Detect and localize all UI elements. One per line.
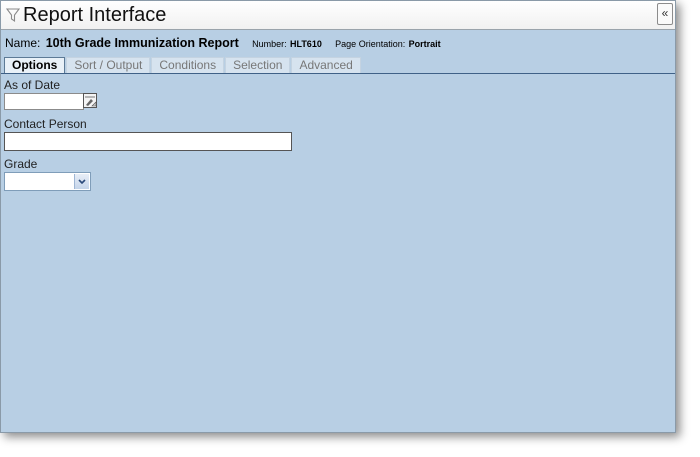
name-label: Name: <box>5 36 41 50</box>
title-bar: Report Interface « <box>1 1 675 30</box>
page-orientation: Portrait <box>408 39 441 49</box>
tab-sort-output[interactable]: Sort / Output <box>66 57 151 73</box>
collapse-button[interactable]: « <box>657 3 673 25</box>
tab-advanced[interactable]: Advanced <box>291 57 361 73</box>
as-of-date-input[interactable] <box>4 93 84 110</box>
report-info: Name: 10th Grade Immunization Report Num… <box>5 36 441 50</box>
tab-divider <box>1 73 675 74</box>
orientation-label: Page Orientation: <box>335 39 406 49</box>
contact-person-label: Contact Person <box>4 117 87 131</box>
tab-strip: Options Sort / Output Conditions Selecti… <box>4 57 362 74</box>
filter-icon <box>5 7 21 23</box>
grade-select[interactable] <box>4 172 91 191</box>
report-name: 10th Grade Immunization Report <box>45 36 239 50</box>
report-number: HLT610 <box>289 39 322 49</box>
contact-person-input[interactable] <box>4 132 292 151</box>
report-interface-window: Report Interface « Name: 10th Grade Immu… <box>0 0 676 433</box>
number-label: Number: <box>252 39 287 49</box>
tab-options[interactable]: Options <box>4 57 66 74</box>
window-title: Report Interface <box>23 4 167 26</box>
calendar-icon[interactable] <box>83 93 97 108</box>
as-of-date-label: As of Date <box>4 78 61 92</box>
tab-selection[interactable]: Selection <box>225 57 291 73</box>
chevron-down-icon[interactable] <box>74 174 89 189</box>
tab-conditions[interactable]: Conditions <box>151 57 225 73</box>
grade-label: Grade <box>4 157 38 171</box>
